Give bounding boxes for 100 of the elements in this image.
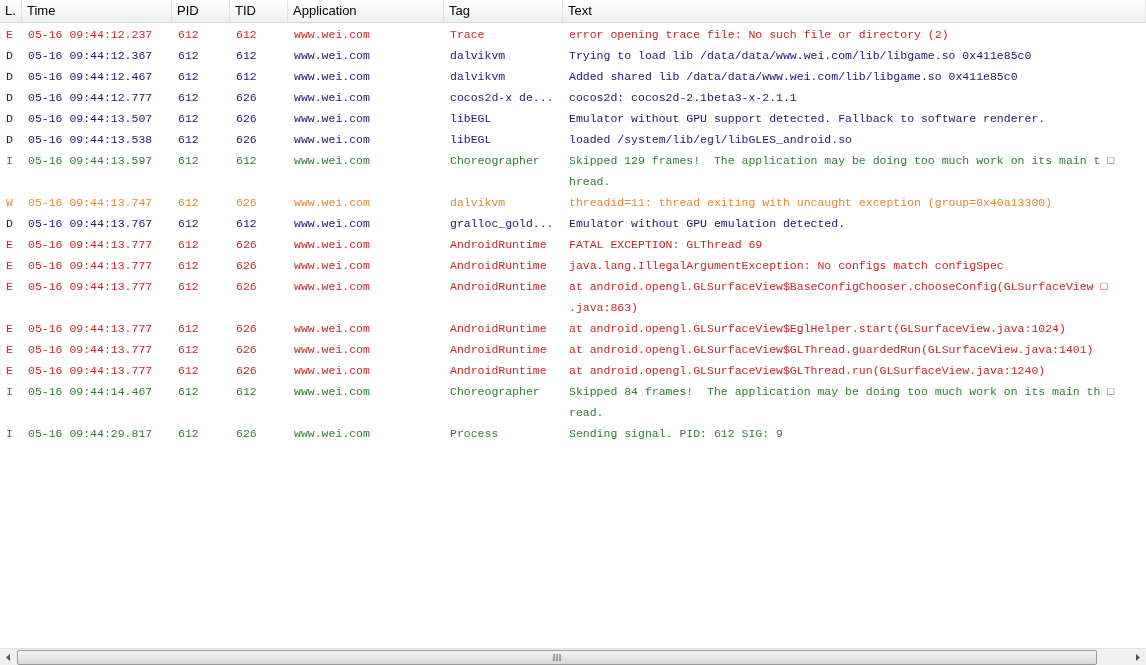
table-cell-text: 05-16 09:44:13.777: [28, 236, 153, 253]
table-cell-text: AndroidRuntime: [450, 236, 547, 253]
table-cell-text: D: [6, 215, 13, 232]
table-cell-text: 05-16 09:44:13.747: [28, 194, 153, 211]
grip-icon: [552, 653, 562, 661]
table-cell-text: D: [6, 68, 13, 85]
column-header[interactable]: TID: [230, 0, 288, 22]
table-cell-text: 612: [178, 194, 199, 211]
table-cell-text: 626: [236, 194, 257, 211]
table-cell-text: www.wei.com: [294, 68, 370, 85]
table-cell-text: E: [6, 341, 13, 358]
table-cell-text: 626: [236, 362, 257, 379]
table-cell-text: 612: [178, 110, 199, 127]
column-header[interactable]: PID: [172, 0, 230, 22]
table-cell-text: www.wei.com: [294, 341, 370, 358]
table-cell-text: 612: [178, 215, 199, 232]
table-cell-text: 05-16 09:44:13.777: [28, 362, 153, 379]
table-cell-text: 612: [236, 383, 257, 400]
table-cell-text: 612: [178, 383, 199, 400]
table-cell-text: www.wei.com: [294, 425, 370, 442]
table-cell-text: 612: [178, 278, 199, 295]
log-message-line: Emulator without GPU emulation detected.: [569, 215, 846, 232]
table-cell-text: libEGL: [450, 110, 492, 127]
log-message-line: loaded /system/lib/egl/libGLES_android.so: [569, 131, 852, 148]
log-message-line: at android.opengl.GLSurfaceView$GLThread.guardedRun(GLSurfaceView.java:1401): [569, 341, 1094, 358]
table-cell-text: 626: [236, 110, 257, 127]
table-cell-text: Trace: [450, 26, 485, 43]
table-cell-text: 612: [236, 215, 257, 232]
table-cell-text: 626: [236, 236, 257, 253]
table-cell-text: 612: [178, 131, 199, 148]
table-cell-text: 626: [236, 278, 257, 295]
log-message-line: .java:863): [569, 299, 638, 316]
table-cell-text: AndroidRuntime: [450, 341, 547, 358]
table-cell-text: www.wei.com: [294, 383, 370, 400]
log-message-line: error opening trace file: No such file or directory (2): [569, 26, 949, 43]
table-cell-text: E: [6, 257, 13, 274]
table-cell-text: www.wei.com: [294, 257, 370, 274]
table-cell-text: Choreographer: [450, 152, 540, 169]
column-header[interactable]: Tag: [444, 0, 563, 22]
table-cell-text: 05-16 09:44:13.777: [28, 320, 153, 337]
table-cell-text: 626: [236, 89, 257, 106]
table-cell-text: 05-16 09:44:12.467: [28, 68, 153, 85]
table-cell-text: 05-16 09:44:14.467: [28, 383, 153, 400]
table-cell-text: 05-16 09:44:13.777: [28, 257, 153, 274]
table-cell-text: www.wei.com: [294, 194, 370, 211]
table-cell-text: I: [6, 152, 13, 169]
table-cell-text: E: [6, 362, 13, 379]
table-cell-text: cocos2d-x de...: [450, 89, 554, 106]
log-message-line: threadid=11: thread exiting with uncaught exception (group=0x40a13300): [569, 194, 1053, 211]
table-cell-text: www.wei.com: [294, 47, 370, 64]
column-header[interactable]: Text: [563, 0, 1146, 22]
table-cell-text: 612: [178, 26, 199, 43]
table-cell-text: 612: [178, 257, 199, 274]
table-cell-text: dalvikvm: [450, 68, 506, 85]
table-cell-text: gralloc_gold...: [450, 215, 554, 232]
table-cell-text: www.wei.com: [294, 131, 370, 148]
log-message-line: at android.opengl.GLSurfaceView$EglHelper.start(GLSurfaceView.java:1024): [569, 320, 1066, 337]
table-cell-text: I: [6, 425, 13, 442]
table-cell-text: AndroidRuntime: [450, 278, 547, 295]
table-cell-text: 612: [178, 152, 199, 169]
log-message-line: at android.opengl.GLSurfaceView$GLThread.run(GLSurfaceView.java:1240): [569, 362, 1046, 379]
table-cell-text: 05-16 09:44:13.777: [28, 278, 153, 295]
table-cell-text: AndroidRuntime: [450, 257, 547, 274]
log-message-line: at android.opengl.GLSurfaceView$BaseConfigChooser.chooseConfig(GLSurfaceView □: [569, 278, 1108, 295]
table-cell-text: 612: [178, 320, 199, 337]
table-cell-text: www.wei.com: [294, 215, 370, 232]
table-cell-text: 626: [236, 257, 257, 274]
log-message-line: cocos2d: cocos2d-2.1beta3-x-2.1.1: [569, 89, 797, 106]
table-cell-text: Process: [450, 425, 499, 442]
table-cell-text: 05-16 09:44:13.597: [28, 152, 153, 169]
table-cell-text: www.wei.com: [294, 362, 370, 379]
log-message-line: hread.: [569, 173, 611, 190]
table-cell-text: W: [6, 194, 13, 211]
column-header[interactable]: L.: [0, 0, 22, 22]
table-cell-text: 05-16 09:44:13.538: [28, 131, 153, 148]
table-cell-text: E: [6, 26, 13, 43]
table-cell-text: www.wei.com: [294, 152, 370, 169]
column-header[interactable]: Application: [288, 0, 444, 22]
log-message-line: read.: [569, 404, 604, 421]
table-cell-text: 612: [178, 68, 199, 85]
log-message-line: java.lang.IllegalArgumentException: No configs match configSpec: [569, 257, 1004, 274]
column-header[interactable]: Time: [22, 0, 172, 22]
table-cell-text: Choreographer: [450, 383, 540, 400]
table-cell-text: www.wei.com: [294, 278, 370, 295]
table-cell-text: 612: [236, 47, 257, 64]
table-cell-text: 626: [236, 425, 257, 442]
table-cell-text: www.wei.com: [294, 320, 370, 337]
table-cell-text: E: [6, 236, 13, 253]
log-message-line: Skipped 129 frames! The application may be doing too much work on its main t □: [569, 152, 1115, 169]
table-cell-text: 612: [178, 362, 199, 379]
log-message-line: Sending signal. PID: 612 SIG: 9: [569, 425, 783, 442]
table-cell-text: www.wei.com: [294, 26, 370, 43]
table-cell-text: 612: [178, 236, 199, 253]
table-cell-text: 05-16 09:44:12.237: [28, 26, 153, 43]
table-cell-text: 626: [236, 131, 257, 148]
table-cell-text: 612: [236, 26, 257, 43]
log-message-line: Emulator without GPU support detected. Fallback to software renderer.: [569, 110, 1046, 127]
table-cell-text: 612: [236, 152, 257, 169]
table-cell-text: 05-16 09:44:13.507: [28, 110, 153, 127]
table-cell-text: 612: [178, 47, 199, 64]
